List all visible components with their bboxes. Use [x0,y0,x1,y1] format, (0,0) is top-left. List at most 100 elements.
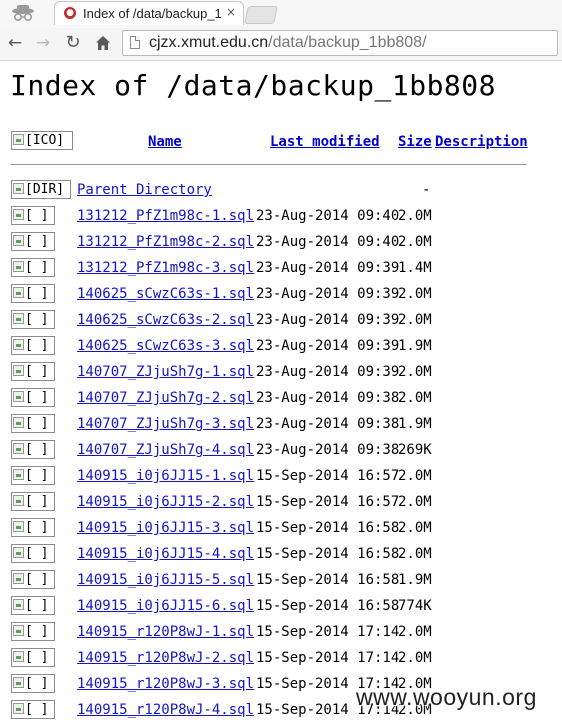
file-icon-image: [ ] [11,648,55,667]
file-icon-alt-text: [ ] [25,494,49,509]
file-link[interactable]: 140915_i0j6JJ15-2.sql [77,494,254,510]
reload-button[interactable]: ↻ [62,32,84,54]
file-icon-image: [ ] [11,258,55,277]
broken-image-icon [13,183,24,194]
file-modified: 15-Sep-2014 16:58 [256,520,400,536]
file-link[interactable]: 131212_PfZ1m98c-2.sql [77,234,254,250]
home-button[interactable] [92,32,114,54]
broken-image-icon [13,677,24,688]
file-icon-alt-text: [ ] [25,598,49,613]
browser-toolbar: ← → ↻ cjzx.xmut.edu.cn/data/backup_1bb80… [0,27,562,61]
sort-by-size-link[interactable]: Size [398,134,432,150]
file-size: 2.0M [398,312,432,328]
file-link[interactable]: 140707_ZJjuSh7g-1.sql [77,364,254,380]
arrow-left-icon: ← [7,33,23,53]
file-link[interactable]: 140915_i0j6JJ15-3.sql [77,520,254,536]
file-icon-image: [ ] [11,622,55,641]
file-modified: 15-Sep-2014 16:58 [256,546,400,562]
file-icon-image: [ ] [11,570,55,589]
file-link[interactable]: 140625_sCwzC63s-3.sql [77,338,254,354]
file-icon-image: [ ] [11,466,55,485]
file-icon-image: [ ] [11,492,55,511]
sort-by-description-link[interactable]: Description [435,134,528,150]
file-icon-image: [ ] [11,336,55,355]
tab-strip: ● Index of /data/backup_1 × [0,0,562,28]
file-size: 269K [398,442,432,458]
file-link[interactable]: 140915_r120P8wJ-1.sql [77,624,254,640]
file-modified: 23-Aug-2014 09:40 [256,208,400,224]
file-modified: 23-Aug-2014 09:40 [256,234,400,250]
file-link[interactable]: 140625_sCwzC63s-2.sql [77,312,254,328]
file-icon-image: [ ] [11,440,55,459]
arrow-right-icon: → [35,33,51,53]
broken-image-icon [13,443,24,454]
tab-close-icon[interactable]: × [226,5,236,19]
file-size: 2.0M [398,546,432,562]
file-size: 1.9M [398,572,432,588]
file-link[interactable]: 140915_r120P8wJ-4.sql [77,702,254,718]
file-modified: 15-Sep-2014 17:14 [256,624,400,640]
file-icon-alt-text: [ ] [25,260,49,275]
file-icon-image: [ ] [11,388,55,407]
file-link[interactable]: 131212_PfZ1m98c-3.sql [77,260,254,276]
file-icon-image: [ ] [11,596,55,615]
file-link[interactable]: 131212_PfZ1m98c-1.sql [77,208,254,224]
file-link[interactable]: 140915_i0j6JJ15-1.sql [77,468,254,484]
file-icon-image: [ ] [11,232,55,251]
file-size: 2.0M [398,624,432,640]
incognito-icon [12,5,34,22]
parent-directory-link[interactable]: Parent Directory [77,182,212,198]
file-modified: 23-Aug-2014 09:38 [256,390,400,406]
broken-image-icon [13,625,24,636]
broken-image-icon [13,495,24,506]
file-modified: 15-Sep-2014 16:58 [256,598,400,614]
address-url[interactable]: cjzx.xmut.edu.cn/data/backup_1bb808/ [149,34,427,52]
file-icon-alt-text: [ ] [25,572,49,587]
forward-button[interactable]: → [32,32,54,54]
broken-image-icon [13,209,24,220]
broken-image-icon [13,547,24,558]
file-link[interactable]: 140625_sCwzC63s-1.sql [77,286,254,302]
new-tab-button[interactable] [244,6,278,24]
file-icon-alt-text: [ ] [25,390,49,405]
file-modified: 23-Aug-2014 09:38 [256,416,400,432]
file-link[interactable]: 140915_r120P8wJ-3.sql [77,676,254,692]
broken-image-icon [13,599,24,610]
file-link[interactable]: 140707_ZJjuSh7g-4.sql [77,442,254,458]
file-modified: 15-Sep-2014 17:14 [256,650,400,666]
broken-image-icon [13,651,24,662]
browser-chrome: ● Index of /data/backup_1 × ← → ↻ cjzx.x… [0,0,562,61]
file-link[interactable]: 140707_ZJjuSh7g-3.sql [77,416,254,432]
file-icon-alt-text: [ ] [25,520,49,535]
file-icon-image: [ ] [11,700,55,719]
file-size: 2.0M [398,234,432,250]
file-modified: 23-Aug-2014 09:39 [256,338,400,354]
page-content: Index of /data/backup_1bb808 [ICO] Name … [0,61,562,725]
address-bar[interactable]: cjzx.xmut.edu.cn/data/backup_1bb808/ [122,30,558,56]
file-link[interactable]: 140915_r120P8wJ-2.sql [77,650,254,666]
url-path: /data/backup_1bb808/ [268,34,427,51]
file-icon-image: [ ] [11,362,55,381]
file-link[interactable]: 140915_i0j6JJ15-5.sql [77,572,254,588]
back-button[interactable]: ← [4,32,26,54]
file-modified: 15-Sep-2014 16:57 [256,468,400,484]
active-tab[interactable]: ● Index of /data/backup_1 × [54,1,244,25]
file-size: 1.9M [398,338,432,354]
parent-size: - [422,182,431,198]
file-modified: 23-Aug-2014 09:39 [256,260,400,276]
sort-by-name-link[interactable]: Name [148,134,182,150]
file-size: 2.0M [398,286,432,302]
file-icon-image: [ ] [11,544,55,563]
file-link[interactable]: 140915_i0j6JJ15-4.sql [77,546,254,562]
sort-by-last-modified-link[interactable]: Last modified [270,134,380,150]
file-icon-alt-text: [ ] [25,338,49,353]
watermark: www.wooyun.org [356,684,537,710]
file-icon-alt-text: [ ] [25,416,49,431]
file-size: 2.0M [398,390,432,406]
file-link[interactable]: 140707_ZJjuSh7g-2.sql [77,390,254,406]
site-favicon-icon: ● [64,7,76,19]
page-icon [130,36,140,49]
file-link[interactable]: 140915_i0j6JJ15-6.sql [77,598,254,614]
broken-image-icon [13,417,24,428]
file-size: 2.0M [398,364,432,380]
